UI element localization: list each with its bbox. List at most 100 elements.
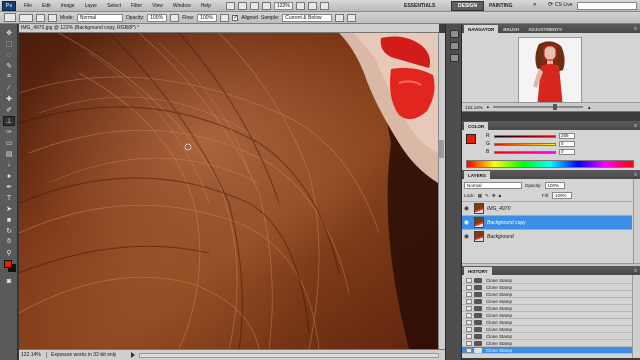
grid-icon[interactable] (295, 1, 305, 10)
history-item[interactable]: Clone Stamp (462, 312, 632, 319)
history-source-checkbox[interactable] (466, 277, 472, 283)
menu-view[interactable]: View (147, 3, 168, 9)
menu-edit[interactable]: Edit (37, 3, 56, 9)
tab-brush[interactable]: BRUSH (499, 25, 523, 33)
color-panel-menu-icon[interactable]: ≡ (634, 123, 637, 129)
quick-mask-icon[interactable]: ◙ (3, 276, 15, 286)
history-item[interactable]: Clone Stamp (462, 298, 632, 305)
airbrush-icon[interactable] (220, 13, 230, 22)
3d-rotate-tool-icon[interactable]: ↻ (3, 226, 15, 236)
blur-tool-icon[interactable]: 💧︎ (3, 160, 15, 170)
history-item[interactable]: Clone Stamp (462, 284, 632, 291)
history-source-checkbox[interactable] (466, 340, 472, 346)
status-menu-arrow-icon[interactable] (131, 352, 136, 358)
menu-select[interactable]: Select (102, 3, 126, 9)
history-item[interactable]: Clone Stamp (462, 277, 632, 284)
history-panel-menu-icon[interactable]: ≡ (634, 268, 637, 274)
zoom-tool-icon[interactable]: ⚲ (3, 248, 15, 258)
history-scrollbar[interactable] (632, 275, 640, 358)
history-source-checkbox[interactable] (466, 284, 472, 290)
type-tool-icon[interactable]: T (3, 193, 15, 203)
visibility-eye-icon[interactable]: ◉ (462, 205, 471, 212)
screen-mode-icon[interactable] (319, 1, 329, 10)
lock-transparent-icon[interactable]: ▦ (478, 193, 482, 199)
opacity-field[interactable]: 100% (147, 13, 168, 22)
layer-opacity-field[interactable]: 100% (544, 182, 565, 189)
history-item-current[interactable]: Clone Stamp (462, 347, 632, 354)
color-slider-r[interactable] (494, 134, 556, 138)
status-info-area[interactable]: Exposure works in 32-bit only (47, 352, 136, 358)
layer-blend-mode-select[interactable]: Normal (464, 182, 522, 189)
move-tool-icon[interactable]: ✥ (3, 28, 15, 38)
dock-tool-presets-icon[interactable] (450, 30, 459, 38)
sample-select[interactable]: Current & Below (282, 13, 333, 22)
minibridge-icon[interactable] (237, 1, 247, 10)
tab-layers[interactable]: LAYERS (464, 171, 490, 179)
pressure-size-icon[interactable] (347, 13, 357, 22)
zoom-out-icon[interactable]: ▴ (487, 104, 489, 110)
pressure-opacity-icon[interactable] (170, 13, 180, 22)
menu-help[interactable]: Help (196, 3, 216, 9)
history-item[interactable]: Clone Stamp (462, 340, 632, 347)
color-value-b[interactable]: 0 (559, 149, 575, 155)
layer-row[interactable]: ◉ IMG_4970 (462, 201, 632, 215)
visibility-eye-icon[interactable]: ◉ (462, 233, 471, 240)
history-item[interactable]: Clone Stamp (462, 319, 632, 326)
color-slider-g[interactable] (494, 142, 556, 146)
history-item[interactable]: Clone Stamp (462, 291, 632, 298)
workspace-more[interactable]: » (533, 2, 536, 8)
tab-color[interactable]: COLOR (464, 122, 489, 130)
pen-tool-icon[interactable]: ✒ (3, 182, 15, 192)
flow-field[interactable]: 100% (197, 13, 218, 22)
clone-source-panel-icon[interactable] (48, 13, 57, 22)
brush-preset-picker[interactable] (19, 13, 33, 22)
hand-icon[interactable] (249, 1, 259, 10)
dock-character-icon[interactable] (450, 54, 459, 62)
history-source-checkbox[interactable] (466, 312, 472, 318)
menu-filter[interactable]: Filter (126, 3, 147, 9)
history-source-checkbox[interactable] (466, 319, 472, 325)
history-source-checkbox[interactable] (466, 305, 472, 311)
color-slider-b[interactable] (494, 150, 556, 154)
canvas-horizontal-scrollbar[interactable] (139, 353, 439, 358)
history-source-checkbox[interactable] (466, 347, 472, 353)
layers-scrollbar[interactable] (633, 179, 640, 272)
menu-file[interactable]: File (19, 3, 37, 9)
lock-all-icon[interactable]: 🔒︎ (499, 193, 501, 198)
zoom-icon[interactable] (261, 1, 271, 10)
navigator-zoom-slider[interactable] (493, 104, 584, 110)
visibility-eye-icon[interactable]: ◉ (462, 219, 471, 226)
color-value-g[interactable]: 0 (559, 141, 575, 147)
workspace-painting[interactable]: PAINTING (483, 1, 519, 11)
history-source-checkbox[interactable] (466, 326, 472, 332)
tab-history[interactable]: HISTORY (464, 267, 492, 275)
dock-clone-source-icon[interactable] (450, 42, 459, 50)
workspace-essentials[interactable]: ESSENTIALS (398, 1, 441, 11)
eyedropper-tool-icon[interactable]: ⁄ (3, 83, 15, 93)
crop-tool-icon[interactable]: ⌗ (3, 72, 15, 82)
lasso-tool-icon[interactable]: ◌ (3, 50, 15, 60)
history-source-checkbox[interactable] (466, 298, 472, 304)
history-item[interactable]: Clone Stamp (462, 326, 632, 333)
document-tab[interactable]: IMG_4970.jpg @ 122% (Background copy, RG… (19, 24, 439, 33)
tab-navigator[interactable]: NAVIGATOR (464, 25, 499, 33)
workspace-design[interactable]: DESIGN (451, 1, 485, 11)
menu-image[interactable]: Image (56, 3, 80, 9)
hand-tool-icon[interactable]: ✋︎ (3, 237, 15, 247)
lock-position-icon[interactable]: ✥ (492, 193, 496, 199)
layers-panel-menu-icon[interactable]: ≡ (634, 172, 637, 178)
navigator-zoom-value[interactable]: 122.14% (465, 105, 483, 110)
navigator-thumbnail[interactable] (518, 37, 582, 107)
gradient-tool-icon[interactable]: ▤ (3, 149, 15, 159)
bridge-icon[interactable] (225, 1, 235, 10)
layer-fill-field[interactable]: 100% (552, 192, 572, 199)
brush-tool-icon[interactable]: ✐ (3, 105, 15, 115)
clone-stamp-tool-preset-icon[interactable] (4, 13, 16, 22)
cs-live-button[interactable]: ⟳ CS Live (548, 1, 573, 9)
status-zoom[interactable]: 122.14% (19, 352, 47, 358)
path-selection-tool-icon[interactable]: ➤ (3, 204, 15, 214)
ignore-adjustment-layers-icon[interactable] (335, 13, 345, 22)
history-source-checkbox[interactable] (466, 333, 472, 339)
color-spectrum-ramp[interactable] (466, 160, 634, 168)
layer-row[interactable]: ◉ Background copy (462, 215, 632, 229)
